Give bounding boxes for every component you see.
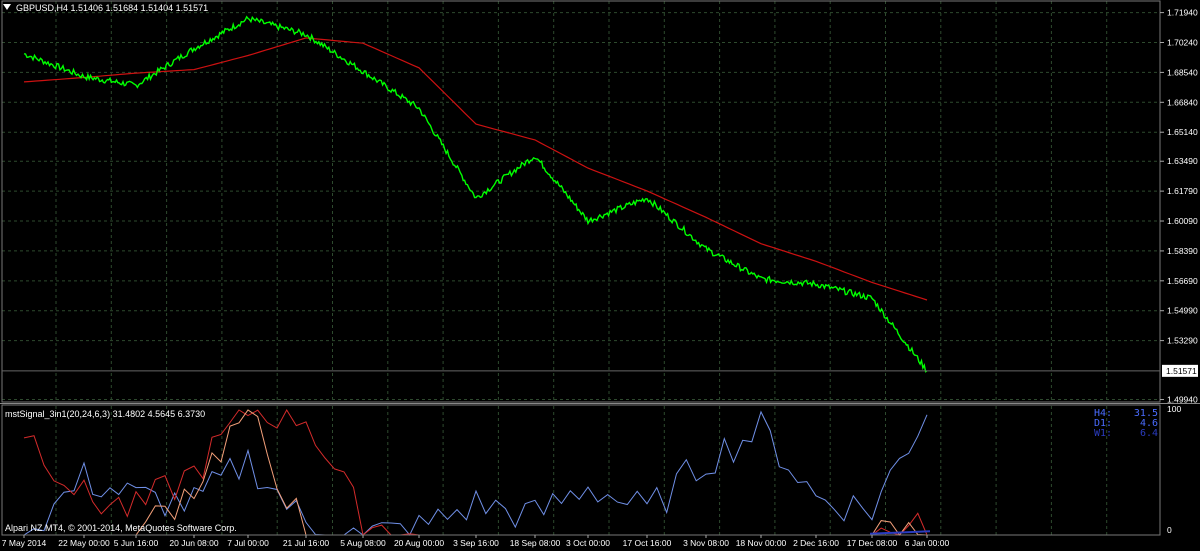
indicator-y-label: 0 xyxy=(1167,525,1172,535)
x-tick-label: 2 Dec 16:00 xyxy=(793,538,839,548)
x-tick-label: 3 Sep 16:00 xyxy=(453,538,499,548)
x-tick-label: 20 Aug 00:00 xyxy=(394,538,444,548)
x-tick-label: 17 Oct 16:00 xyxy=(623,538,672,548)
y-tick-label: 1.66840 xyxy=(1167,97,1198,107)
x-tick-label: 6 Jan 00:00 xyxy=(905,538,950,548)
chart-canvas: 1.71940 1.70240 1.68540 1.66840 1.65140 1.634… xyxy=(0,0,1200,551)
x-tick-label: 5 Jun 16:00 xyxy=(114,538,159,548)
x-tick-label: 18 Nov 00:00 xyxy=(736,538,787,548)
y-tick-label: 1.71940 xyxy=(1167,8,1198,18)
y-tick-label: 1.65140 xyxy=(1167,127,1198,137)
y-tick-label: 1.56690 xyxy=(1167,276,1198,286)
indicator-title: mstSignal_3in1(20,24,6,3) 31.4802 4.5645… xyxy=(5,409,206,419)
y-tick-label: 1.70240 xyxy=(1167,38,1198,48)
x-tick-label: 21 Jul 16:00 xyxy=(283,538,330,548)
symbol-title: GBPUSD,H4 1.51406 1.51684 1.51404 1.5157… xyxy=(16,3,209,13)
x-tick-label: 20 Jun 08:00 xyxy=(169,538,218,548)
x-tick-label: 7 Jul 00:00 xyxy=(227,538,269,548)
x-tick-label: 7 May 2014 xyxy=(2,538,47,548)
y-tick-label: 1.68540 xyxy=(1167,67,1198,77)
copyright-text: Alpari NZ MT4, © 2001-2014, MetaQuotes S… xyxy=(5,523,237,533)
x-tick-label: 3 Nov 08:00 xyxy=(683,538,729,548)
x-tick-label: 22 May 00:00 xyxy=(58,538,110,548)
timeframe-label: W1: xyxy=(1094,428,1112,439)
x-tick-label: 5 Aug 08:00 xyxy=(340,538,386,548)
y-tick-label: 1.58390 xyxy=(1167,246,1198,256)
y-tick-label: 1.53290 xyxy=(1167,336,1198,346)
current-price-label: 1.51571 xyxy=(1166,366,1197,376)
y-tick-label: 1.61790 xyxy=(1167,186,1198,196)
x-tick-label: 17 Dec 08:00 xyxy=(847,538,898,548)
timeframe-value: 6.4 xyxy=(1140,428,1158,439)
y-tick-label: 1.60090 xyxy=(1167,216,1198,226)
chart-menu-icon[interactable] xyxy=(3,4,11,10)
indicator-y-label: 100 xyxy=(1167,404,1181,414)
y-tick-label: 1.54990 xyxy=(1167,306,1198,316)
x-tick-label: 18 Sep 08:00 xyxy=(510,538,561,548)
x-tick-label: 3 Oct 00:00 xyxy=(566,538,610,548)
y-tick-label: 1.63490 xyxy=(1167,156,1198,166)
